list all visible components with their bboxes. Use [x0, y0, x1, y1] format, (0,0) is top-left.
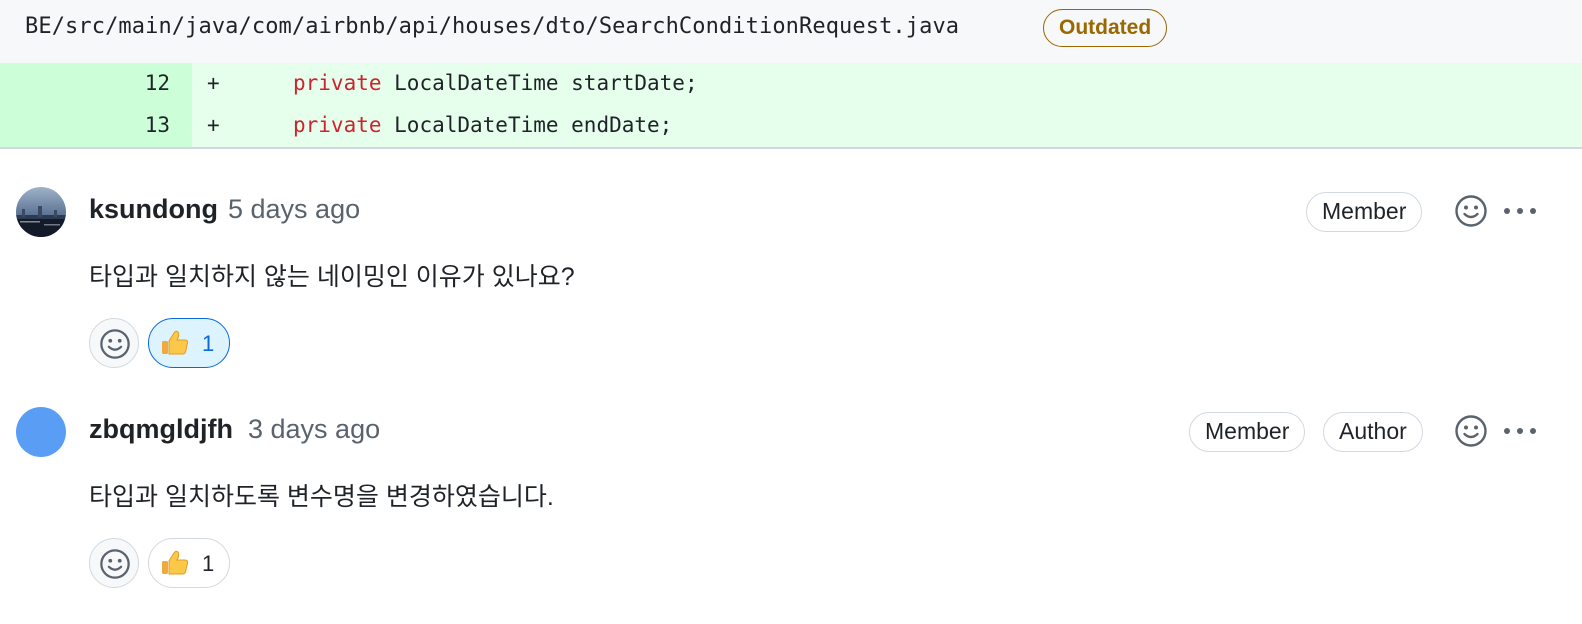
diff-sign: +	[207, 71, 220, 95]
thumbs-up-reaction-button[interactable]: 1	[148, 318, 230, 368]
smiley-icon[interactable]	[1454, 194, 1488, 233]
author-badge: Author	[1323, 412, 1423, 452]
comment-author[interactable]: ksundong	[89, 194, 218, 225]
code-keyword: private	[293, 71, 382, 95]
line-number: 13	[144, 113, 170, 137]
outdated-badge: Outdated	[1043, 9, 1168, 47]
code-line: private LocalDateTime endDate;	[293, 113, 672, 137]
reaction-count: 1	[202, 331, 215, 356]
add-reaction-button[interactable]	[89, 318, 139, 368]
comment-author[interactable]: zbqmgldjfh	[89, 414, 233, 445]
diff-divider	[0, 147, 1582, 149]
member-badge: Member	[1306, 192, 1423, 232]
smiley-icon	[100, 329, 130, 359]
line-number-gutter[interactable]: 13	[0, 105, 192, 147]
avatar[interactable]	[16, 187, 66, 237]
file-header: BE/src/main/java/com/airbnb/api/houses/d…	[0, 0, 1582, 63]
thumbs-up-icon	[161, 550, 189, 581]
code-keyword: private	[293, 113, 382, 137]
comment-timestamp[interactable]: 3 days ago	[248, 414, 380, 445]
reaction-count: 1	[202, 551, 215, 576]
diff-line: 12 + private LocalDateTime startDate;	[0, 63, 1582, 105]
add-reaction-button[interactable]	[89, 538, 139, 588]
file-path[interactable]: BE/src/main/java/com/airbnb/api/houses/d…	[25, 14, 959, 39]
line-number-gutter[interactable]: 12	[0, 63, 192, 105]
diff-line: 13 + private LocalDateTime endDate;	[0, 105, 1582, 147]
kebab-horizontal-icon[interactable]	[1502, 420, 1538, 447]
thumbs-up-reaction-button[interactable]: 1	[148, 538, 230, 588]
member-badge: Member	[1189, 412, 1306, 452]
kebab-horizontal-icon[interactable]	[1502, 200, 1538, 227]
comment-timestamp[interactable]: 5 days ago	[228, 194, 360, 225]
code-line: private LocalDateTime startDate;	[293, 71, 698, 95]
line-number: 12	[144, 71, 170, 95]
code-text: LocalDateTime endDate;	[381, 113, 673, 137]
code-text: LocalDateTime startDate;	[381, 71, 698, 95]
smiley-icon	[100, 549, 130, 579]
avatar[interactable]	[16, 407, 66, 457]
comment-body: 타입과 일치하도록 변수명을 변경하였습니다.	[89, 483, 554, 511]
thumbs-up-icon	[161, 330, 189, 361]
diff-sign: +	[207, 113, 220, 137]
comment-body: 타입과 일치하지 않는 네이밍인 이유가 있나요?	[89, 263, 575, 291]
smiley-icon[interactable]	[1454, 414, 1488, 453]
diff-hunk: 12 + private LocalDateTime startDate; 13…	[0, 63, 1582, 147]
